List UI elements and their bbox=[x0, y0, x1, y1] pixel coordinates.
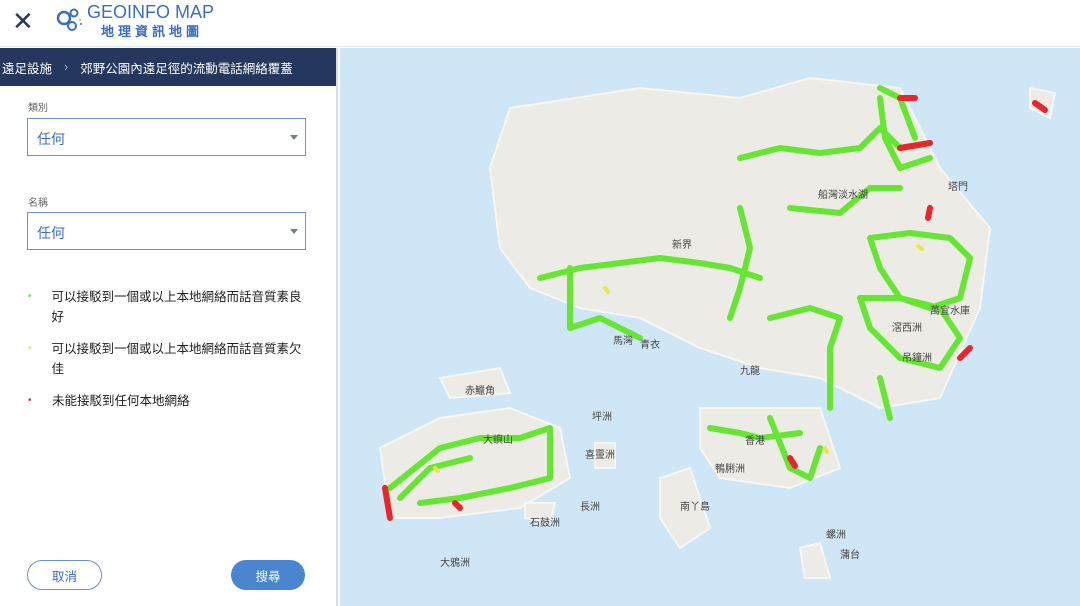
name-label: 名稱 bbox=[28, 198, 48, 209]
category-label: 類別 bbox=[28, 103, 48, 114]
chevron-down-icon bbox=[290, 135, 298, 140]
legend-dot: • bbox=[28, 343, 32, 354]
side-panel: 遠足設施 › 郊野公園內遠足徑的流動電話網絡覆蓋 類別 任何 名稱 任何 • 可以… bbox=[0, 48, 338, 606]
label-lamma: 南丫島 bbox=[680, 500, 710, 513]
logo-icon bbox=[56, 8, 82, 31]
label-nt: 新界 bbox=[672, 238, 692, 251]
legend-text: 未能接駁到任何本地網絡 bbox=[52, 394, 190, 408]
label-hong-kong: 香港 bbox=[745, 435, 765, 447]
category-value: 任何 bbox=[37, 131, 65, 147]
label-cheung-chau: 長洲 bbox=[580, 501, 600, 513]
breadcrumb: 遠足設施 › 郊野公園內遠足徑的流動電話網絡覆蓋 bbox=[0, 48, 336, 86]
label-mawan: 馬灣 bbox=[613, 335, 633, 347]
label-kowloon: 九龍 bbox=[740, 364, 760, 377]
legend-dot: • bbox=[28, 291, 32, 302]
breadcrumb-current: 郊野公園內遠足徑的流動電話網絡覆蓋 bbox=[80, 61, 293, 76]
logo-text-zh: 地理資訊地圖 bbox=[101, 24, 204, 39]
label-soko: 大鴉洲 bbox=[440, 556, 470, 569]
legend-item-poor: • 可以接駁到一個或以上本地網絡而話音質素欠佳 bbox=[28, 339, 308, 379]
chevron-down-icon bbox=[290, 229, 298, 234]
label-shek-kwu-chau: 石鼓洲 bbox=[530, 516, 560, 529]
label-chek-lap-kok: 赤鱲角 bbox=[465, 384, 495, 397]
label-kau-sai: 滘西洲 bbox=[892, 322, 922, 334]
cancel-button[interactable]: 取消 bbox=[27, 560, 102, 590]
name-select[interactable]: 任何 bbox=[27, 212, 306, 250]
breadcrumb-parent[interactable]: 遠足設施 bbox=[2, 58, 52, 77]
logo: GEOINFO MAP 地理資訊地圖 bbox=[55, 3, 214, 40]
legend-text: 可以接駁到一個或以上本地網絡而話音質素良好 bbox=[51, 290, 302, 324]
label-hei-ling-chau: 喜靈洲 bbox=[585, 448, 615, 461]
legend-item-none: • 未能接駁到任何本地網絡 bbox=[28, 391, 308, 411]
label-po-toi: 蒲台 bbox=[840, 548, 860, 561]
top-bar: ✕ GEOINFO MAP 地理資訊地圖 bbox=[0, 0, 1080, 47]
category-select[interactable]: 任何 bbox=[27, 118, 306, 156]
label-tap-mun: 塔門 bbox=[948, 180, 968, 193]
logo-text-en: GEOINFO MAP bbox=[87, 2, 215, 22]
legend-item-good: • 可以接駁到一個或以上本地網絡而話音質素良好 bbox=[28, 287, 308, 327]
name-value: 任何 bbox=[37, 225, 65, 241]
map-svg[interactable]: 新界 馬灣 青衣 九龍 赤鱲角 大嶼山 坪洲 喜靈洲 長洲 石鼓洲 大鴉洲 南丫… bbox=[340, 48, 1080, 606]
label-beaufort: 螺洲 bbox=[826, 529, 846, 541]
label-tsingyi: 青衣 bbox=[640, 338, 660, 351]
label-ap-lei-chau: 鴨脷洲 bbox=[715, 462, 745, 475]
label-peng-chau: 坪洲 bbox=[592, 410, 612, 423]
breadcrumb-separator: › bbox=[64, 60, 69, 74]
close-icon[interactable]: ✕ bbox=[12, 6, 34, 37]
map-canvas[interactable]: 新界 馬灣 青衣 九龍 赤鱲角 大嶼山 坪洲 喜靈洲 長洲 石鼓洲 大鴉洲 南丫… bbox=[340, 48, 1080, 606]
label-lantau: 大嶼山 bbox=[483, 433, 513, 446]
label-tiu-chung: 吊鐘洲 bbox=[902, 351, 932, 364]
legend-dot: • bbox=[28, 395, 32, 406]
legend-text: 可以接駁到一個或以上本地網絡而話音質素欠佳 bbox=[51, 342, 302, 376]
search-button[interactable]: 搜尋 bbox=[231, 560, 305, 590]
label-high-island: 萬宜水庫 bbox=[930, 304, 970, 317]
label-plover-cove: 船灣淡水湖 bbox=[818, 188, 868, 201]
